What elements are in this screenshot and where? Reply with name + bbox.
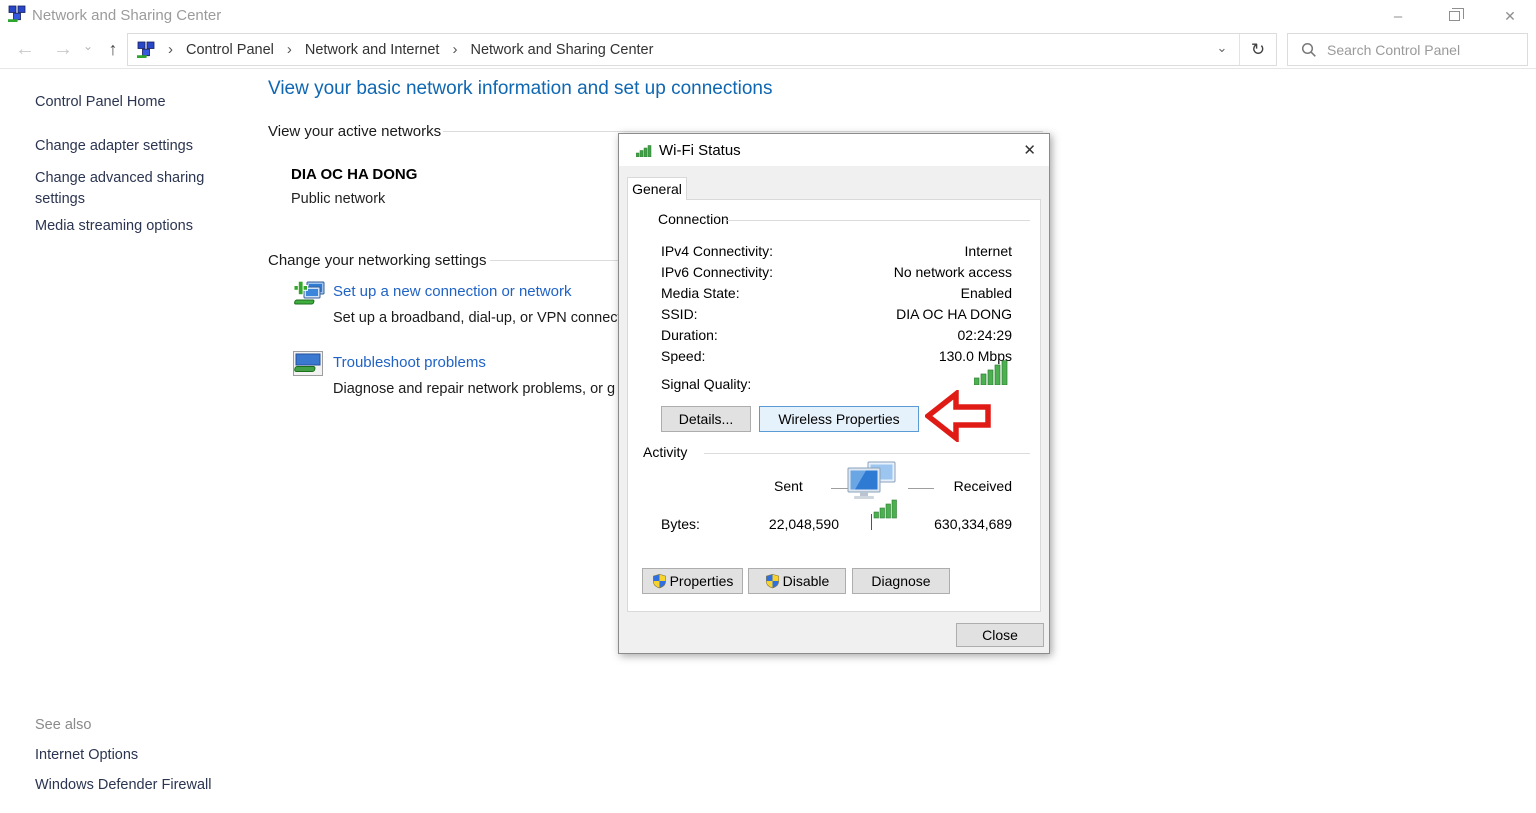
search-icon — [1301, 42, 1317, 58]
sidebar-item-internet-options[interactable]: Internet Options — [35, 747, 138, 763]
disable-button[interactable]: Disable — [748, 568, 846, 594]
group-divider — [727, 220, 1030, 221]
troubleshoot-icon — [293, 351, 323, 381]
row-value: 130.0 Mbps — [728, 348, 1012, 364]
connection-row: Media State: Enabled — [628, 285, 1042, 305]
see-also-heading: See also — [35, 717, 91, 733]
row-value: 02:24:29 — [728, 327, 1012, 343]
window-titlebar: Network and Sharing Center – ✕ — [0, 0, 1536, 30]
row-value: No network access — [728, 264, 1012, 280]
setup-connection-link[interactable]: Set up a new connection or network — [333, 283, 571, 300]
troubleshoot-link[interactable]: Troubleshoot problems — [333, 354, 486, 371]
dialog-close-button[interactable]: Close — [956, 623, 1044, 647]
back-icon[interactable]: ← — [10, 30, 40, 68]
dash-line — [908, 488, 934, 489]
properties-button-label: Properties — [670, 573, 734, 589]
navigation-toolbar: ← → ⌄ ↑ › Control Panel › Network and In… — [0, 30, 1536, 69]
row-label: Speed: — [661, 348, 705, 364]
dialog-titlebar: Wi-Fi Status ✕ — [619, 134, 1049, 166]
disable-button-label: Disable — [783, 573, 830, 589]
up-icon[interactable]: ↑ — [100, 30, 126, 68]
forward-icon[interactable]: → — [48, 30, 78, 68]
sent-label: Sent — [774, 478, 803, 494]
row-value: Internet — [728, 243, 1012, 259]
bytes-received-value: 630,334,689 — [896, 516, 1012, 532]
row-value: Enabled — [728, 285, 1012, 301]
section-divider — [443, 131, 1043, 132]
dialog-close-icon[interactable]: ✕ — [1023, 141, 1036, 159]
network-name: DIA OC HA DONG — [291, 166, 417, 183]
tab-general[interactable]: General — [627, 177, 687, 200]
wireless-properties-button[interactable]: Wireless Properties — [759, 406, 919, 432]
close-icon[interactable]: ✕ — [1493, 4, 1527, 28]
setup-connection-description: Set up a broadband, dial-up, or VPN conn… — [333, 310, 618, 326]
history-chevron-icon[interactable]: ⌄ — [80, 30, 96, 68]
uac-shield-icon — [765, 573, 780, 589]
uac-shield-icon — [652, 573, 667, 589]
signal-bars-icon — [974, 360, 1011, 390]
dialog-title: Wi-Fi Status — [659, 142, 741, 159]
active-networks-heading: View your active networks — [268, 123, 441, 140]
network-type: Public network — [291, 191, 385, 207]
page-title: View your basic network information and … — [268, 78, 772, 100]
breadcrumb-control-panel[interactable]: Control Panel — [186, 42, 274, 58]
connection-row: IPv4 Connectivity: Internet — [628, 243, 1042, 263]
sidebar-item-media-streaming[interactable]: Media streaming options — [35, 218, 193, 234]
row-label: SSID: — [661, 306, 698, 322]
networking-settings-heading: Change your networking settings — [268, 252, 486, 269]
breadcrumb-separator: › — [452, 41, 457, 58]
connection-row: IPv6 Connectivity: No network access — [628, 264, 1042, 284]
row-label: Duration: — [661, 327, 718, 343]
refresh-icon[interactable]: ↻ — [1240, 40, 1276, 60]
sidebar-item-change-adapter-settings[interactable]: Change adapter settings — [35, 138, 193, 154]
search-box[interactable] — [1287, 33, 1528, 66]
wifi-signal-icon — [636, 144, 652, 162]
breadcrumb-separator: › — [287, 41, 292, 58]
address-dropdown-icon[interactable]: ⌄ — [1205, 40, 1239, 60]
received-label: Received — [932, 478, 1012, 494]
search-input[interactable] — [1327, 42, 1507, 58]
red-arrow-annotation — [925, 390, 991, 447]
sidebar-item-windows-defender-firewall[interactable]: Windows Defender Firewall — [35, 777, 211, 793]
network-breadcrumb-icon — [137, 41, 155, 59]
window-title: Network and Sharing Center — [32, 7, 221, 24]
connection-row: SSID: DIA OC HA DONG — [628, 306, 1042, 326]
details-button[interactable]: Details... — [661, 406, 751, 432]
sidebar-item-change-advanced-sharing[interactable]: Change advanced sharing settings — [35, 168, 235, 210]
diagnose-button[interactable]: Diagnose — [852, 568, 950, 594]
group-divider — [704, 453, 1030, 454]
dialog-tab-page: Connection IPv4 Connectivity: Internet I… — [627, 199, 1041, 612]
breadcrumb-network-sharing-center[interactable]: Network and Sharing Center — [470, 42, 653, 58]
new-connection-icon — [293, 277, 327, 316]
app-window: Network and Sharing Center – ✕ ← → ⌄ ↑ ›… — [0, 0, 1536, 813]
signal-quality-label: Signal Quality: — [661, 376, 751, 392]
network-app-icon — [8, 5, 26, 28]
bytes-sent-value: 22,048,590 — [723, 516, 839, 532]
connection-group-label: Connection — [655, 211, 732, 227]
properties-button[interactable]: Properties — [642, 568, 743, 594]
bytes-separator — [871, 514, 872, 530]
breadcrumb-network-and-internet[interactable]: Network and Internet — [305, 42, 440, 58]
network-computers-icon — [844, 460, 902, 525]
bytes-label: Bytes: — [661, 516, 700, 532]
connection-row: Duration: 02:24:29 — [628, 327, 1042, 347]
restore-icon[interactable] — [1437, 4, 1471, 28]
wifi-status-dialog: Wi-Fi Status ✕ General Connection IPv4 C… — [618, 133, 1050, 654]
minimize-icon[interactable]: – — [1381, 4, 1415, 28]
breadcrumb-separator: › — [168, 41, 173, 58]
sidebar-item-control-panel-home[interactable]: Control Panel Home — [35, 94, 166, 110]
row-value: DIA OC HA DONG — [728, 306, 1012, 322]
troubleshoot-description: Diagnose and repair network problems, or… — [333, 381, 618, 397]
address-bar[interactable]: › Control Panel › Network and Internet ›… — [127, 33, 1277, 66]
activity-group-label: Activity — [640, 444, 690, 460]
